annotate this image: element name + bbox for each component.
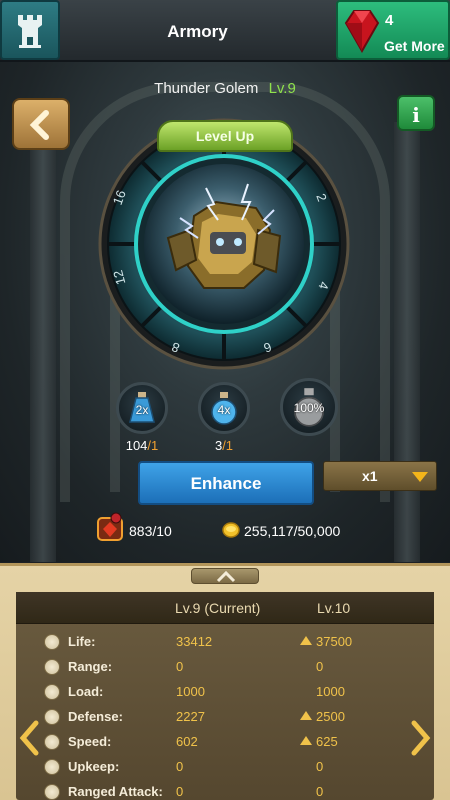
stat-row-range: Range: 0 0: [16, 655, 434, 680]
potion-count: 3/1: [214, 438, 234, 453]
load-icon: [44, 684, 60, 700]
speed-icon: [44, 734, 60, 750]
hero-name: Thunder Golem: [154, 80, 259, 97]
potion-100-slot[interactable]: 100%: [280, 378, 338, 436]
column-next: Lv.10: [317, 600, 351, 616]
back-button[interactable]: [12, 98, 70, 150]
enhance-dial: 2 4 6 8 12 16: [98, 118, 350, 370]
hero-title: Thunder Golem Lv.9: [0, 80, 450, 97]
panel-collapse-handle[interactable]: [191, 568, 259, 584]
next-page-arrow-icon[interactable]: [410, 720, 432, 756]
enhance-label: Enhance: [190, 474, 262, 493]
chevron-up-icon: [216, 571, 236, 583]
gem-resource-text: 883/10: [129, 523, 172, 539]
background-pillar: [30, 122, 56, 562]
gem-box-icon: [97, 512, 123, 541]
page-title: Armory: [167, 22, 228, 41]
potion-multiplier: 2x: [135, 403, 149, 417]
potion-2x-slot[interactable]: 2x: [116, 382, 168, 434]
red-gem-icon: [344, 10, 380, 53]
info-icon: i: [412, 103, 420, 127]
stat-row-load: Load: 1000 1000: [16, 680, 434, 705]
home-button[interactable]: [0, 0, 60, 60]
top-bar: Armory 4 Get More: [0, 0, 450, 62]
ranged-attack-icon: [44, 784, 60, 800]
range-icon: [44, 659, 60, 675]
get-more-label: Get More: [384, 38, 445, 54]
heart-icon: [44, 634, 60, 650]
potion-count: 104/1: [125, 438, 159, 453]
arrow-up-icon: [300, 636, 312, 645]
chevron-down-icon: [412, 472, 428, 482]
enhance-button[interactable]: Enhance: [138, 461, 314, 505]
tower-icon: [18, 15, 42, 48]
stat-row-ranged-attack: Ranged Attack: 0 0: [16, 780, 434, 800]
currency-count: 4: [385, 12, 394, 29]
stat-row-upkeep: Upkeep: 0 0: [16, 755, 434, 780]
upkeep-icon: [44, 759, 60, 775]
arrow-up-icon: [300, 711, 312, 720]
chevron-left-icon: [29, 110, 49, 140]
potion-multiplier: 100%: [293, 401, 325, 415]
arrow-up-icon: [300, 736, 312, 745]
shield-icon: [44, 709, 60, 725]
level-up-button[interactable]: Level Up: [157, 120, 293, 152]
multiplier-value: x1: [362, 468, 378, 484]
prev-page-arrow-icon[interactable]: [18, 720, 40, 756]
info-button[interactable]: i: [397, 95, 435, 131]
hero-level: Lv.9: [268, 80, 296, 97]
get-more-button[interactable]: 4 Get More: [336, 0, 450, 60]
background-pillar: [394, 122, 420, 562]
level-up-label: Level Up: [195, 128, 255, 144]
potion-multiplier: 4x: [217, 403, 231, 417]
gold-resource-text: 255,117/50,000: [244, 523, 341, 539]
stat-row-defense: Defense: 2227 2500: [16, 705, 434, 730]
multiplier-select[interactable]: x1: [323, 461, 437, 491]
stat-row-life: Life: 33412 37500: [16, 630, 434, 655]
gold-coin-icon: [222, 522, 240, 538]
column-current: Lv.9 (Current): [175, 600, 261, 616]
potion-4x-slot[interactable]: 4x: [198, 382, 250, 434]
stat-row-speed: Speed: 602 625: [16, 730, 434, 755]
